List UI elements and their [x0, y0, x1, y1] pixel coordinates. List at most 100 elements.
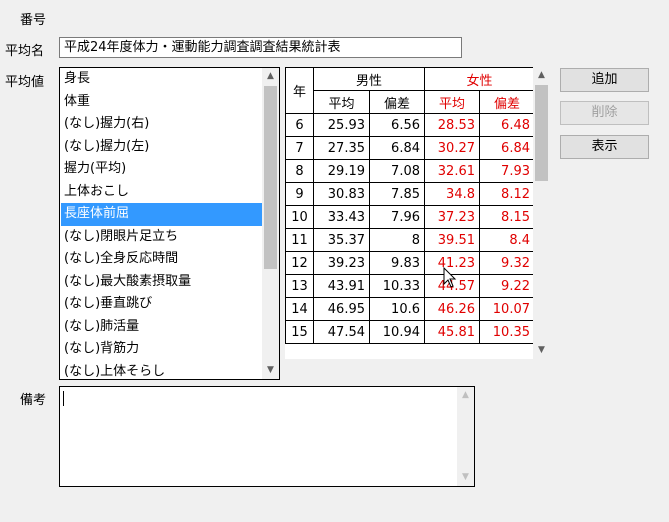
remarks-textarea[interactable]: ▲ ▼	[59, 386, 475, 487]
male-dev-cell[interactable]: 7.85	[369, 182, 425, 206]
female-dev-cell[interactable]: 10.35	[479, 320, 535, 344]
male-dev-cell[interactable]: 10.6	[369, 297, 425, 321]
male-avg-cell[interactable]: 43.91	[313, 274, 370, 298]
scroll-up-icon[interactable]: ▲	[457, 387, 474, 404]
male-avg-header: 平均	[313, 90, 370, 114]
listbox-items: 身長 体重 (なし)握力(右) (なし)握力(左) 握力(平均) 上体おこし 長座体前屈 (な…	[61, 68, 262, 380]
table-row[interactable]: 13 43.91 10.33 44.57 9.22	[285, 274, 535, 298]
male-dev-cell[interactable]: 8	[369, 228, 425, 252]
list-item[interactable]: 体重	[61, 91, 262, 114]
list-item[interactable]: (なし)全身反応時間	[61, 248, 262, 271]
data-table: 年 男性 女性 平均 偏差 平均 偏差 6 25.93 6.56 28.53 6.48 7…	[285, 67, 535, 344]
table-row[interactable]: 10 33.43 7.96 37.23 8.15	[285, 205, 535, 229]
scrollbar-thumb[interactable]	[535, 85, 548, 181]
female-avg-header: 平均	[424, 90, 480, 114]
add-button[interactable]: 追加	[560, 68, 649, 92]
male-dev-cell[interactable]: 7.96	[369, 205, 425, 229]
list-item[interactable]: (なし)最大酸素摂取量	[61, 271, 262, 294]
year-cell[interactable]: 7	[285, 136, 314, 160]
list-item[interactable]: 上体おこし	[61, 181, 262, 204]
scroll-up-icon[interactable]: ▲	[533, 67, 550, 84]
male-dev-header: 偏差	[369, 90, 425, 114]
male-avg-cell[interactable]: 29.19	[313, 159, 370, 183]
male-avg-cell[interactable]: 25.93	[313, 113, 370, 137]
female-avg-cell[interactable]: 45.81	[424, 320, 480, 344]
male-avg-cell[interactable]: 33.43	[313, 205, 370, 229]
show-button[interactable]: 表示	[560, 135, 649, 159]
list-item[interactable]: (なし)上体そらし	[61, 361, 262, 380]
year-cell[interactable]: 13	[285, 274, 314, 298]
female-dev-header: 偏差	[479, 90, 535, 114]
female-dev-cell[interactable]: 8.12	[479, 182, 535, 206]
table-row[interactable]: 8 29.19 7.08 32.61 7.93	[285, 159, 535, 183]
male-dev-cell[interactable]: 6.84	[369, 136, 425, 160]
female-avg-cell[interactable]: 32.61	[424, 159, 480, 183]
female-avg-cell[interactable]: 30.27	[424, 136, 480, 160]
list-item[interactable]: 長座体前屈	[61, 203, 262, 226]
female-dev-cell[interactable]: 8.15	[479, 205, 535, 229]
listbox-scrollbar[interactable]: ▲ ▼	[262, 68, 279, 379]
avg-value-listbox[interactable]: 身長 体重 (なし)握力(右) (なし)握力(左) 握力(平均) 上体おこし 長座体前屈 (な…	[59, 67, 280, 380]
list-item[interactable]: 握力(平均)	[61, 158, 262, 181]
table-row[interactable]: 6 25.93 6.56 28.53 6.48	[285, 113, 535, 137]
year-cell[interactable]: 12	[285, 251, 314, 275]
female-dev-cell[interactable]: 10.07	[479, 297, 535, 321]
number-label: 番号	[20, 13, 47, 28]
male-dev-cell[interactable]: 9.83	[369, 251, 425, 275]
female-avg-cell[interactable]: 46.26	[424, 297, 480, 321]
male-dev-cell[interactable]: 6.56	[369, 113, 425, 137]
scroll-up-icon[interactable]: ▲	[262, 68, 279, 85]
table-row[interactable]: 7 27.35 6.84 30.27 6.84	[285, 136, 535, 160]
list-item[interactable]: (なし)握力(左)	[61, 136, 262, 159]
male-avg-cell[interactable]: 46.95	[313, 297, 370, 321]
text-caret	[63, 391, 64, 406]
list-item[interactable]: (なし)肺活量	[61, 316, 262, 339]
list-item[interactable]: (なし)閉眼片足立ち	[61, 226, 262, 249]
data-grid[interactable]: 年 男性 女性 平均 偏差 平均 偏差 6 25.93 6.56 28.53 6.48 7…	[285, 67, 550, 359]
scroll-down-icon[interactable]: ▼	[262, 362, 279, 379]
year-cell[interactable]: 8	[285, 159, 314, 183]
female-avg-cell[interactable]: 37.23	[424, 205, 480, 229]
scroll-down-icon[interactable]: ▼	[457, 469, 474, 486]
table-row[interactable]: 12 39.23 9.83 41.23 9.32	[285, 251, 535, 275]
female-dev-cell[interactable]: 8.4	[479, 228, 535, 252]
male-avg-cell[interactable]: 47.54	[313, 320, 370, 344]
year-cell[interactable]: 14	[285, 297, 314, 321]
list-item[interactable]: (なし)握力(右)	[61, 113, 262, 136]
female-dev-cell[interactable]: 7.93	[479, 159, 535, 183]
delete-button[interactable]: 削除	[560, 101, 649, 125]
year-cell[interactable]: 10	[285, 205, 314, 229]
avg-name-input[interactable]: 平成24年度体力・運動能力調査調査結果統計表	[59, 37, 462, 58]
male-avg-cell[interactable]: 35.37	[313, 228, 370, 252]
avg-value-label: 平均値	[5, 75, 45, 90]
list-item[interactable]: 身長	[61, 68, 262, 91]
female-dev-cell[interactable]: 6.84	[479, 136, 535, 160]
male-dev-cell[interactable]: 7.08	[369, 159, 425, 183]
year-cell[interactable]: 11	[285, 228, 314, 252]
year-cell[interactable]: 15	[285, 320, 314, 344]
female-dev-cell[interactable]: 9.32	[479, 251, 535, 275]
female-dev-cell[interactable]: 9.22	[479, 274, 535, 298]
year-cell[interactable]: 6	[285, 113, 314, 137]
table-row[interactable]: 11 35.37 8 39.51 8.4	[285, 228, 535, 252]
female-avg-cell[interactable]: 39.51	[424, 228, 480, 252]
scroll-down-icon[interactable]: ▼	[533, 342, 550, 359]
remarks-scrollbar[interactable]: ▲ ▼	[457, 387, 474, 486]
table-row[interactable]: 9 30.83 7.85 34.8 8.12	[285, 182, 535, 206]
male-avg-cell[interactable]: 30.83	[313, 182, 370, 206]
scrollbar-thumb[interactable]	[264, 86, 277, 269]
list-item[interactable]: (なし)垂直跳び	[61, 293, 262, 316]
table-row[interactable]: 14 46.95 10.6 46.26 10.07	[285, 297, 535, 321]
male-avg-cell[interactable]: 27.35	[313, 136, 370, 160]
female-dev-cell[interactable]: 6.48	[479, 113, 535, 137]
male-dev-cell[interactable]: 10.94	[369, 320, 425, 344]
mouse-cursor-icon	[443, 267, 457, 288]
male-avg-cell[interactable]: 39.23	[313, 251, 370, 275]
male-dev-cell[interactable]: 10.33	[369, 274, 425, 298]
year-cell[interactable]: 9	[285, 182, 314, 206]
female-avg-cell[interactable]: 28.53	[424, 113, 480, 137]
table-row[interactable]: 15 47.54 10.94 45.81 10.35	[285, 320, 535, 344]
grid-scrollbar[interactable]: ▲ ▼	[533, 67, 550, 359]
list-item[interactable]: (なし)背筋力	[61, 338, 262, 361]
female-avg-cell[interactable]: 34.8	[424, 182, 480, 206]
